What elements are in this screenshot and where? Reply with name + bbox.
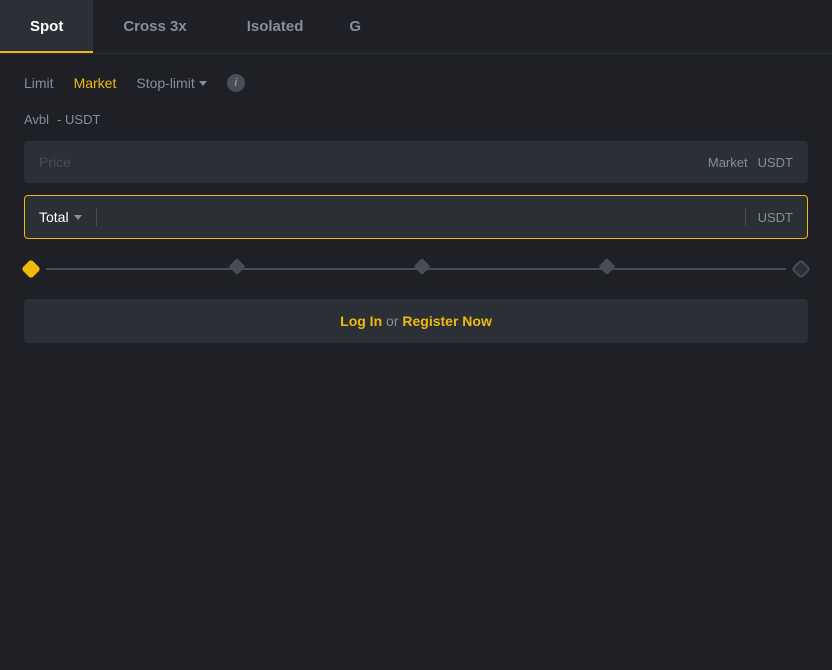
trading-panel: Spot Cross 3x Isolated G Limit Market St… [0,0,832,670]
limit-order-button[interactable]: Limit [24,75,54,91]
price-currency-label: USDT [758,155,793,170]
total-chevron-down-icon [74,215,82,220]
login-link: Log In [340,313,382,329]
tab-cross3x[interactable]: Cross 3x [93,0,216,53]
market-label: Market [708,155,748,170]
total-currency-label: USDT [758,210,793,225]
tab-more-label: G [349,18,361,35]
tab-spot-label: Spot [30,18,63,35]
total-dropdown-label: Total [39,209,69,225]
price-input-group: Market USDT [24,141,808,183]
total-divider-2 [745,208,746,226]
tab-spot[interactable]: Spot [0,0,93,53]
or-text: or [386,313,402,329]
slider-bar-container[interactable] [46,259,786,279]
slider-end-dot[interactable] [791,259,811,279]
avbl-label: Avbl [24,112,49,127]
order-type-selector: Limit Market Stop-limit i [24,74,808,92]
login-register-button[interactable]: Log In or Register Now [24,299,808,343]
slider-start-dot[interactable] [21,259,41,279]
avbl-value: - USDT [57,112,100,127]
amount-slider[interactable] [24,259,808,279]
total-dropdown[interactable]: Total [39,209,82,225]
tab-cross3x-label: Cross 3x [123,18,186,35]
register-link: Register Now [402,313,491,329]
slider-node-25[interactable] [229,258,246,275]
slider-bar [46,268,786,270]
slider-node-75[interactable] [599,258,616,275]
total-input-group: Total USDT [24,195,808,239]
price-input[interactable] [39,154,708,170]
market-order-button[interactable]: Market [74,75,117,91]
total-input[interactable] [101,209,741,225]
chevron-down-icon [199,81,207,86]
stop-limit-order-button[interactable]: Stop-limit [136,75,206,91]
tab-more[interactable]: G [333,0,377,53]
stop-limit-label: Stop-limit [136,75,194,91]
price-input-right: Market USDT [708,155,793,170]
tab-isolated[interactable]: Isolated [217,0,334,53]
info-icon[interactable]: i [227,74,245,92]
available-balance-row: Avbl - USDT [24,112,808,127]
order-section: Limit Market Stop-limit i Avbl - USDT Ma… [0,54,832,363]
tab-isolated-label: Isolated [247,18,304,35]
tab-bar: Spot Cross 3x Isolated G [0,0,832,54]
total-input-right: USDT [741,208,793,226]
slider-node-50[interactable] [414,258,431,275]
total-divider [96,208,97,226]
